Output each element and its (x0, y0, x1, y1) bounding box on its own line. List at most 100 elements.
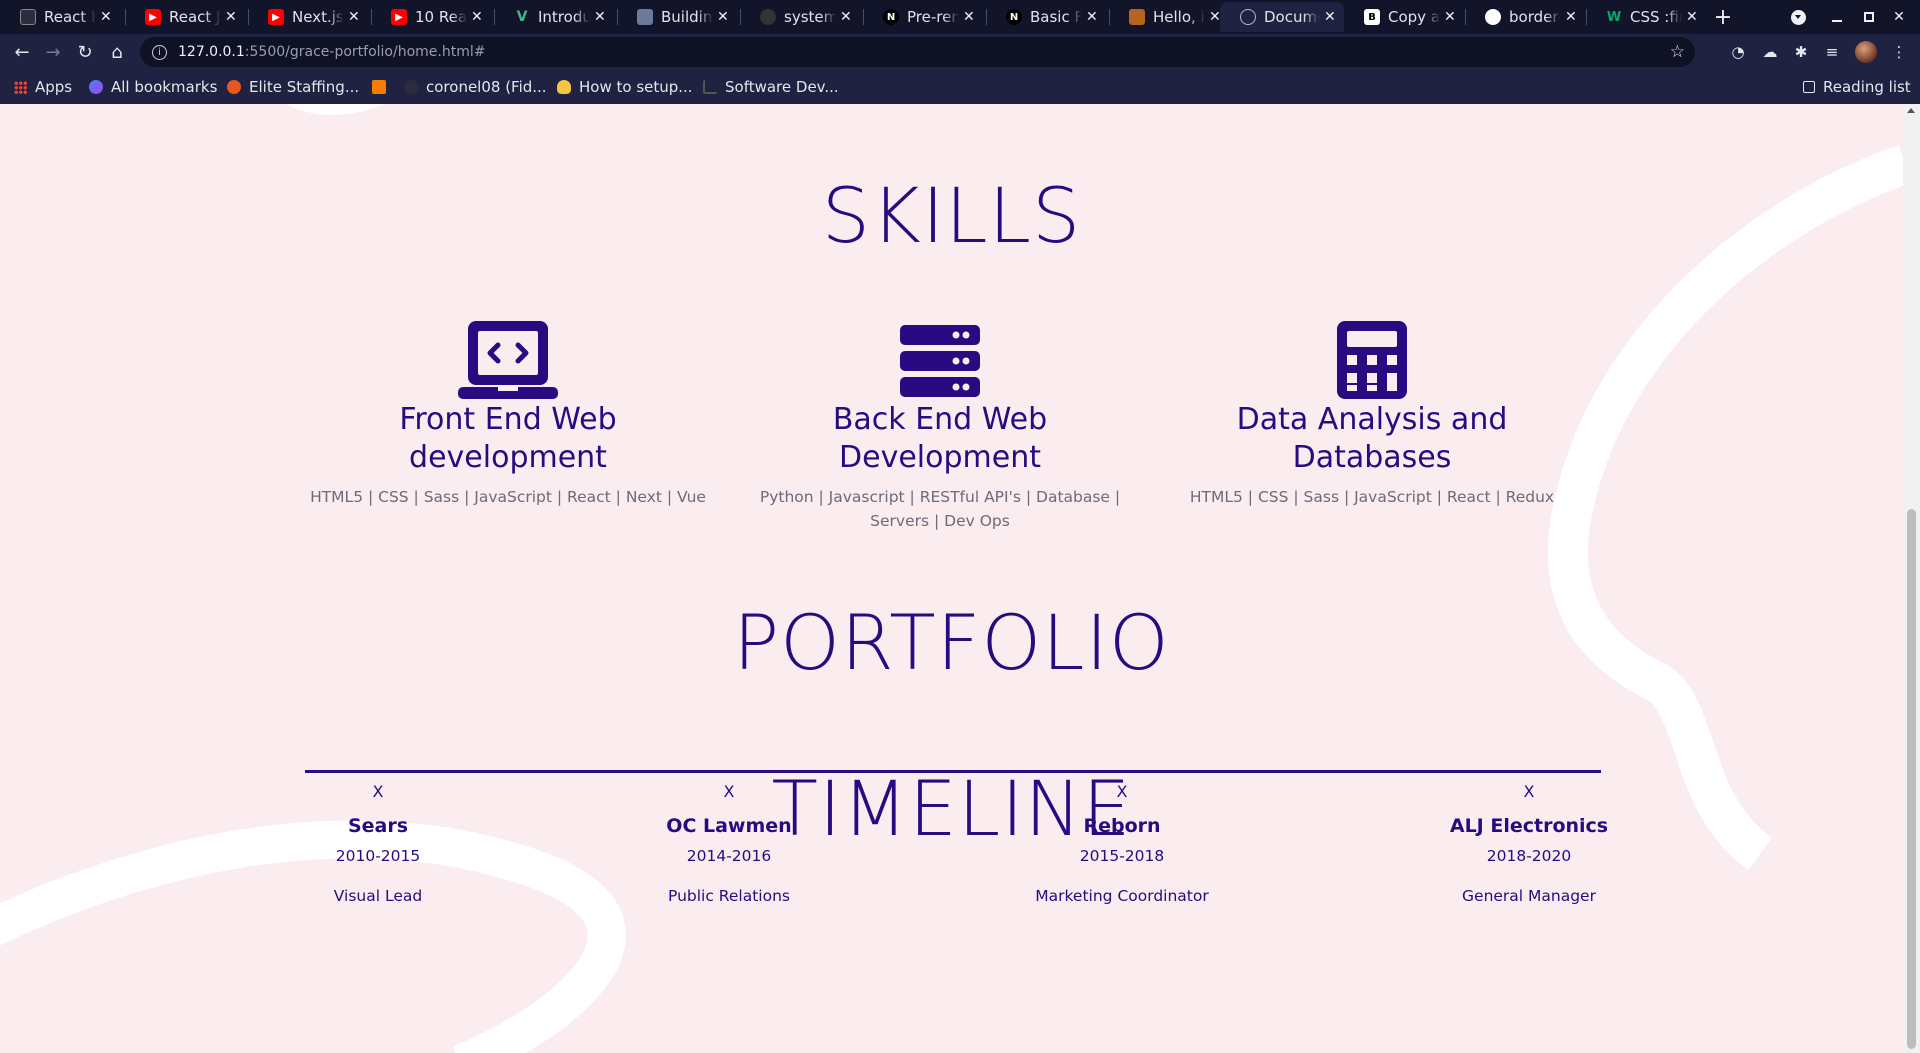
tab-11[interactable]: B Copy an ✕ (1344, 2, 1464, 32)
timeline-role: Marketing Coordinator (1035, 887, 1209, 905)
tab-7[interactable]: N Pre-rend ✕ (863, 2, 983, 32)
tab-9[interactable]: Hello, it' ✕ (1109, 2, 1229, 32)
media-queue-icon[interactable]: ≡ (1822, 42, 1842, 62)
back-icon[interactable]: ← (9, 39, 35, 65)
info-icon[interactable]: i (152, 44, 167, 60)
puzzle-extensions-icon[interactable]: ✱ (1791, 42, 1811, 62)
reload-icon[interactable]: ↻ (72, 39, 98, 65)
bookmark-coronel08[interactable]: coronel08 (Fid... (404, 76, 547, 98)
close-icon[interactable]: ✕ (100, 9, 114, 25)
tab-label: Hello, it' (1153, 8, 1205, 26)
linux-icon (557, 80, 571, 94)
timeline-role: Visual Lead (333, 887, 423, 905)
timeline-company: Reborn (1083, 815, 1161, 837)
skill-tech-list: HTML5 | CSS | Sass | JavaScript | React … (310, 488, 706, 506)
more-menu-icon[interactable]: ⋮ (1889, 42, 1909, 62)
profile-avatar[interactable] (1855, 41, 1877, 63)
bookmark-software-dev[interactable]: Software Dev... (703, 76, 839, 98)
timeline-company: Sears (347, 815, 409, 837)
restore-icon[interactable] (1856, 4, 1882, 30)
youtube-icon: ▶ (145, 9, 161, 25)
skills-title: SKILLS (821, 171, 1082, 260)
extension-icon[interactable]: ◔ (1728, 42, 1748, 62)
timeline-item-alj-electronics: X ALJ Electronics 2018-2020 General Mana… (1379, 782, 1679, 906)
tab-8[interactable]: N Basic Fe ✕ (986, 2, 1106, 32)
tab-12[interactable]: border-l ✕ (1465, 2, 1585, 32)
timeline-marker: X (372, 782, 384, 801)
close-window-icon[interactable]: ✕ (1886, 4, 1912, 30)
globe-icon (1240, 9, 1256, 25)
apps-grid-icon (14, 80, 27, 94)
tab-0[interactable]: React Hooks ✕ (0, 2, 120, 32)
tab-label: systemd (784, 8, 836, 26)
url-path: :5500/grace-portfolio/home.html# (244, 44, 486, 60)
new-tab-button[interactable]: + (1709, 3, 1737, 31)
home-icon[interactable]: ⌂ (104, 39, 130, 65)
timeline-years: 2015-2018 (1079, 847, 1165, 865)
tab-3[interactable]: ▶ 10 React ✕ (371, 2, 491, 32)
tab-label: border-l (1509, 8, 1561, 26)
portfolio-title: PORTFOLIO (733, 598, 1170, 687)
tab-label: 10 React (415, 8, 467, 26)
scrollbar-thumb[interactable] (1907, 509, 1916, 1049)
reading-list-icon (1803, 81, 1815, 93)
timeline-company: OC Lawmen (666, 815, 792, 837)
close-icon[interactable]: ✕ (717, 9, 731, 25)
youtube-icon: ▶ (268, 9, 284, 25)
nextjs-icon: N (883, 9, 899, 25)
timeline-role: Public Relations (668, 887, 790, 905)
staffing-icon (227, 80, 241, 94)
page-content: SKILLS Front End Web development HTML5 |… (0, 104, 1903, 1053)
tab-4[interactable]: V Introduc ✕ (494, 2, 614, 32)
bookmark-all-bookmarks[interactable]: All bookmarks (89, 76, 217, 98)
server-icon (900, 325, 980, 397)
timeline-line (305, 770, 1601, 773)
close-icon[interactable]: ✕ (1444, 9, 1458, 25)
close-icon[interactable]: ✕ (1324, 9, 1338, 25)
bookmark-hexagon[interactable] (372, 76, 394, 98)
tab-10-active[interactable]: Docume ✕ (1220, 2, 1344, 32)
tab-13[interactable]: W CSS :firs ✕ (1586, 2, 1706, 32)
timeline-item-sears: X Sears 2010-2015 Visual Lead (228, 782, 528, 906)
timeline-company: ALJ Electronics (1449, 815, 1609, 837)
cloud-extension-icon[interactable]: ☁ (1760, 42, 1780, 62)
skill-name-line2: Databases (1292, 440, 1452, 475)
forward-icon[interactable]: → (40, 39, 66, 65)
page-icon (637, 9, 653, 25)
skill-back-end: Back End Web Development Python | Javasc… (730, 319, 1150, 533)
tab-1[interactable]: ▶ React JS ✕ (125, 2, 245, 32)
close-icon[interactable]: ✕ (840, 9, 854, 25)
reading-list[interactable]: Reading list (1803, 76, 1911, 98)
tab-6[interactable]: systemd ✕ (740, 2, 860, 32)
minimize-icon[interactable] (1824, 4, 1850, 30)
bookmark-how-to-setup[interactable]: How to setup... (557, 76, 693, 98)
tab-label: Pre-rend (907, 8, 959, 26)
tab-search-icon[interactable] (1785, 4, 1811, 30)
tab-label: React Hooks (44, 8, 96, 26)
close-icon[interactable]: ✕ (1086, 9, 1100, 25)
tab-label: Copy an (1388, 8, 1440, 26)
tab-label: Building (661, 8, 713, 26)
tab-label: Next.js i (292, 8, 344, 26)
page-icon: B (1364, 9, 1380, 25)
address-bar[interactable]: i 127.0.0.1:5500/grace-portfolio/home.ht… (140, 37, 1695, 67)
page-icon (1129, 9, 1145, 25)
close-icon[interactable]: ✕ (1565, 9, 1579, 25)
bookmark-elite-staffing[interactable]: Elite Staffing... (227, 76, 359, 98)
tab-2[interactable]: ▶ Next.js i ✕ (248, 2, 368, 32)
skill-data-analysis: Data Analysis and Databases HTML5 | CSS … (1162, 319, 1582, 509)
close-icon[interactable]: ✕ (963, 9, 977, 25)
tab-5[interactable]: Building ✕ (617, 2, 737, 32)
bookmarks-bar: Apps All bookmarks Elite Staffing... cor… (0, 70, 1920, 104)
tab-strip: React Hooks ✕ ▶ React JS ✕ ▶ Next.js i ✕… (0, 0, 1920, 34)
bookmark-star-icon[interactable]: ☆ (1670, 42, 1685, 62)
close-icon[interactable]: ✕ (1686, 9, 1700, 25)
close-icon[interactable]: ✕ (471, 9, 485, 25)
close-icon[interactable]: ✕ (225, 9, 239, 25)
close-icon[interactable]: ✕ (594, 9, 608, 25)
scroll-up-arrow-icon[interactable] (1907, 108, 1915, 113)
close-icon[interactable]: ✕ (348, 9, 362, 25)
hexagon-icon (372, 80, 386, 94)
page-scrollbar[interactable] (1903, 104, 1920, 1053)
bookmark-apps[interactable]: Apps (14, 76, 72, 98)
